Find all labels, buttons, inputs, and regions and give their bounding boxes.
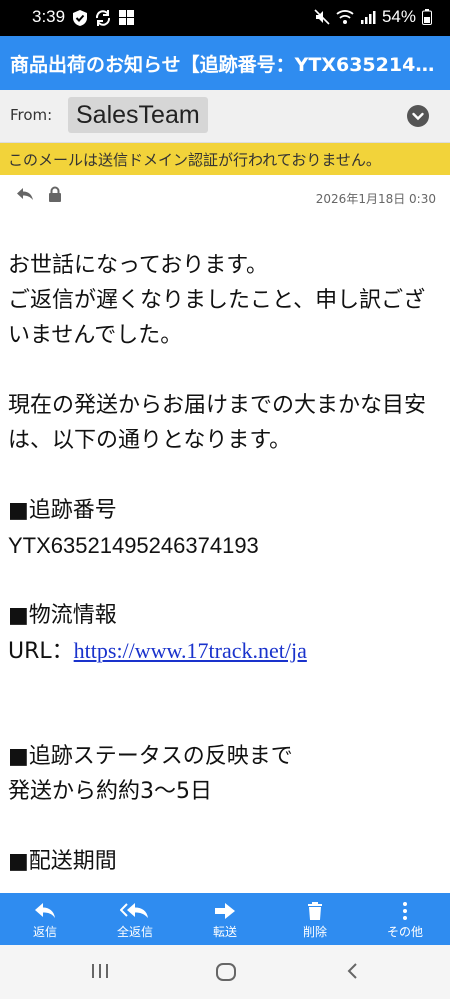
- back-chevron-icon: [347, 963, 357, 979]
- from-label: From:: [10, 106, 53, 124]
- wifi-icon: [336, 10, 354, 24]
- status-notification-icons: [72, 9, 135, 27]
- more-button[interactable]: その他: [360, 893, 450, 945]
- url-label: URL：: [8, 639, 74, 664]
- status-value: 発送から約約3～5日: [8, 779, 212, 804]
- email-title-bar: 商品出荷のお知らせ【追跡番号：YTX63521495246374193】: [0, 36, 450, 90]
- forward-label: 転送: [212, 925, 237, 939]
- forward-arrow-icon: [215, 903, 235, 919]
- url-line: URL：https://www.17track.net/ja: [8, 633, 442, 669]
- delivery-heading: ■配送期間: [8, 849, 117, 874]
- greeting-line: お世話になっております。: [8, 253, 269, 278]
- authentication-warning: このメールは送信ドメイン認証が行われておりません。: [0, 143, 450, 175]
- apology-line: ご返信が遅くなりましたこと、申し訳ございませんでした。: [8, 288, 426, 348]
- delete-label: 削除: [302, 925, 327, 939]
- email-subject: 商品出荷のお知らせ【追跡番号：YTX63521495246374193】: [10, 54, 440, 76]
- chevron-down-icon: [412, 112, 424, 121]
- battery-icon: [422, 9, 432, 25]
- reply-label: 返信: [32, 925, 57, 939]
- windows-icon: [119, 10, 134, 25]
- warning-text: このメールは送信ドメイン認証が行われておりません。: [8, 151, 381, 169]
- recent-apps-button[interactable]: [90, 961, 110, 985]
- meta-row: 2026年1月18日 0:30: [0, 176, 450, 216]
- sync-icon: [95, 10, 111, 26]
- status-time: 3:39: [32, 7, 66, 26]
- meta-icons: [16, 186, 62, 203]
- sender-chip[interactable]: SalesTeam: [68, 97, 208, 133]
- battery-percent: 54%: [381, 7, 416, 26]
- home-button[interactable]: [215, 961, 237, 987]
- intro-line: 現在の発送からお届けまでの大まかな目安は、以下の通りとなります。: [8, 393, 427, 453]
- more-label: その他: [386, 925, 423, 939]
- signal-icon: [360, 10, 376, 24]
- tracking-heading: ■追跡番号: [8, 498, 117, 523]
- bottom-toolbar: 返信 全返信 転送 削除 その他: [0, 893, 450, 945]
- shield-check-icon: [73, 10, 87, 26]
- replied-icon: [17, 188, 33, 200]
- tracking-number: YTX63521495246374193: [8, 533, 259, 558]
- mute-icon: [314, 9, 330, 25]
- received-date: 2026年1月18日 0:30: [315, 192, 436, 206]
- recent-apps-icon: [92, 964, 108, 978]
- email-body: お世話になっております。 ご返信が遅くなりましたこと、申し訳ございませんでした。…: [8, 248, 442, 893]
- system-navigation-bar: [0, 945, 450, 999]
- status-heading: ■追跡ステータスの反映まで: [8, 744, 293, 769]
- lock-icon: [49, 186, 61, 202]
- expand-header-button[interactable]: [407, 105, 429, 127]
- reply-icon: [35, 903, 55, 918]
- forward-button[interactable]: 転送: [180, 893, 270, 945]
- status-bar: 3:39 54%: [0, 0, 450, 36]
- reply-all-button[interactable]: 全返信: [90, 893, 180, 945]
- reply-all-label: 全返信: [116, 925, 153, 939]
- reply-all-icon: [120, 903, 148, 918]
- trash-icon: [308, 902, 322, 920]
- back-button[interactable]: [343, 961, 363, 985]
- tracking-link[interactable]: https://www.17track.net/ja: [74, 638, 307, 663]
- delete-button[interactable]: 削除: [270, 893, 360, 945]
- logistics-heading: ■物流情報: [8, 603, 117, 628]
- reply-button[interactable]: 返信: [0, 893, 90, 945]
- status-system-icons: 54%: [314, 7, 432, 27]
- from-row: From: SalesTeam: [0, 90, 450, 143]
- more-vertical-icon: [403, 902, 407, 920]
- home-icon: [216, 963, 236, 981]
